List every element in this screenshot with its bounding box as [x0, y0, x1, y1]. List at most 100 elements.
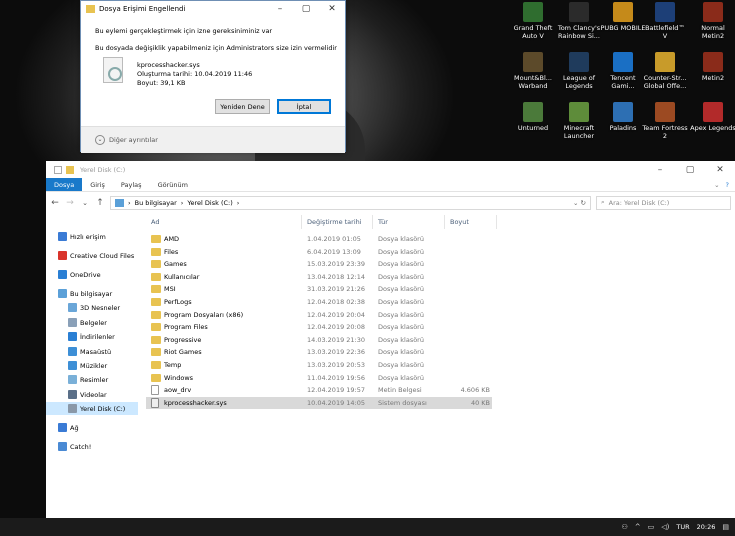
nav-item[interactable]: Yerel Disk (C:)	[46, 402, 138, 415]
table-row[interactable]: Kullanıcılar 13.04.2018 12:14 Dosya klasör…	[146, 271, 492, 284]
table-row[interactable]: AMD 1.04.2019 01:05 Dosya klasörü	[146, 233, 492, 246]
close-button[interactable]: ✕	[319, 4, 345, 14]
nav-item[interactable]: Videolar	[46, 388, 138, 401]
retry-button[interactable]: Yeniden Dene	[215, 99, 270, 114]
minimize-button[interactable]: –	[267, 4, 293, 14]
column-date[interactable]: Değiştirme tarihi	[307, 218, 362, 226]
desktop-shortcut[interactable]: Grand Theft Auto V	[510, 2, 556, 40]
nav-item[interactable]: Müzikler	[46, 359, 138, 372]
desktop-shortcut[interactable]: Mount&Bl... Warband	[510, 52, 556, 90]
tab-home[interactable]: Giriş	[82, 178, 113, 191]
notification-icon[interactable]: ▤	[722, 523, 729, 531]
desktop-shortcut[interactable]: Unturned	[510, 102, 556, 132]
clock[interactable]: 20:26	[697, 523, 716, 531]
desktop-shortcut[interactable]: League of Legends	[556, 52, 602, 90]
quick-access-properties-icon[interactable]	[54, 165, 62, 174]
nav-item[interactable]: Bu bilgisayar	[46, 287, 138, 300]
nav-item[interactable]: Hızlı erişim	[46, 230, 138, 243]
desktop-shortcut-label: Minecraft Launcher	[563, 124, 595, 140]
cancel-button[interactable]: İptal	[277, 99, 331, 114]
up-arrow-icon[interactable]: ↑	[95, 198, 105, 208]
nav-item[interactable]: Belgeler	[46, 316, 138, 329]
table-row[interactable]: Progressive 14.03.2019 21:30 Dosya klasörü	[146, 334, 492, 347]
desktop-shortcut[interactable]: Tencent Gami...	[600, 52, 646, 90]
search-icon: ⌕	[601, 198, 605, 206]
breadcrumb-local-disk[interactable]: Yerel Disk (C:)	[187, 199, 232, 207]
column-type[interactable]: Tür	[378, 218, 388, 226]
volume-icon[interactable]: ◁)	[661, 523, 669, 531]
nav-item[interactable]: OneDrive	[46, 268, 138, 281]
desktop-shortcut[interactable]: PUBG MOBILE	[600, 2, 646, 32]
nav-item[interactable]: Creative Cloud Files	[46, 249, 138, 262]
table-row[interactable]: Riot Games 13.03.2019 22:36 Dosya klasörü	[146, 346, 492, 359]
explorer-close-button[interactable]: ✕	[705, 165, 735, 175]
tab-file[interactable]: Dosya	[46, 178, 83, 191]
more-details-link[interactable]: Diğer ayrıntılar	[109, 136, 158, 144]
breadcrumb[interactable]: › Bu bilgisayar › Yerel Disk (C:) › ⌄ ↻	[110, 195, 591, 210]
file-type: Metin Belgesi	[378, 386, 422, 395]
table-row[interactable]: Files 6.04.2019 13:09 Dosya klasörü	[146, 246, 492, 259]
chevron-down-icon[interactable]: ⌄	[95, 135, 105, 145]
file-name: Program Dosyaları (x86)	[164, 310, 244, 319]
desktop-shortcut[interactable]: Counter-Str... Global Offe...	[642, 52, 688, 90]
quick-access-newfolder-icon[interactable]	[66, 165, 74, 174]
language-indicator[interactable]: TUR	[676, 523, 689, 531]
explorer-maximize-button[interactable]: ▢	[675, 165, 705, 175]
table-row[interactable]: Windows 11.04.2019 19:56 Dosya klasörü	[146, 372, 492, 385]
file-type: Dosya klasörü	[378, 348, 424, 357]
breadcrumb-this-pc[interactable]: Bu bilgisayar	[135, 199, 177, 207]
desktop-shortcut[interactable]: Minecraft Launcher	[556, 102, 602, 140]
desktop-shortcut[interactable]: Team Fortress 2	[642, 102, 688, 140]
table-row[interactable]: Games 15.03.2019 23:39 Dosya klasörü	[146, 258, 492, 271]
people-icon[interactable]: ⚇	[621, 523, 627, 531]
folder-icon	[86, 5, 95, 13]
file-name: AMD	[164, 235, 180, 243]
table-row[interactable]: kprocesshacker.sys 10.04.2019 14:05 Sistem…	[146, 396, 492, 410]
desktop-shortcut[interactable]: Metin2	[690, 52, 735, 82]
ribbon-expand-icon[interactable]: ⌄	[714, 181, 719, 189]
nav-item[interactable]: Resimler	[46, 373, 138, 386]
nav-item-icon	[68, 375, 77, 384]
column-separator[interactable]	[496, 215, 497, 229]
network-icon[interactable]: ▭	[648, 523, 655, 531]
column-separator[interactable]	[372, 215, 373, 229]
column-size[interactable]: Boyut	[450, 218, 469, 226]
desktop-shortcut[interactable]: Apex Legends	[690, 102, 735, 132]
help-icon[interactable]: ?	[726, 181, 729, 189]
desktop-shortcut[interactable]: Tom Clancy's Rainbow Si...	[556, 2, 602, 40]
tab-view[interactable]: Görünüm	[150, 178, 196, 191]
table-row[interactable]: MSI 31.03.2019 21:26 Dosya klasörü	[146, 283, 492, 296]
desktop-shortcut[interactable]: Normal Metin2	[690, 2, 735, 40]
column-name[interactable]: Ad	[151, 218, 159, 226]
maximize-button[interactable]: ▢	[293, 4, 319, 14]
column-separator[interactable]	[444, 215, 445, 229]
breadcrumb-separator: ›	[128, 198, 131, 207]
desktop-shortcut[interactable]: Paladins	[600, 102, 646, 132]
back-arrow-icon[interactable]: ←	[50, 198, 60, 208]
table-row[interactable]: Temp 13.03.2019 20:53 Dosya klasörü	[146, 359, 492, 372]
table-row[interactable]: PerfLogs 12.04.2018 02:38 Dosya klasörü	[146, 296, 492, 309]
tab-share[interactable]: Paylaş	[113, 178, 150, 191]
refresh-icon[interactable]: ⌄ ↻	[573, 199, 586, 207]
table-row[interactable]: Program Files 12.04.2019 20:08 Dosya klasö…	[146, 321, 492, 334]
metin2-icon	[703, 52, 723, 72]
column-separator[interactable]	[301, 215, 302, 229]
desktop-shortcut[interactable]: Battlefield™ V	[642, 2, 688, 40]
desktop-shortcut-label: PUBG MOBILE	[600, 24, 646, 32]
nav-item[interactable]: Masaüstü	[46, 345, 138, 358]
table-row[interactable]: aow_drv 12.04.2019 19:57 Metin Belgesi 4.60…	[146, 384, 492, 397]
nav-item-label: Yerel Disk (C:)	[80, 404, 126, 413]
nav-item[interactable]: 3D Nesneler	[46, 301, 138, 314]
chevron-up-icon[interactable]: ^	[635, 523, 641, 531]
minecraft-icon	[569, 102, 589, 122]
forward-arrow-icon[interactable]: →	[65, 198, 75, 208]
table-row[interactable]: Program Dosyaları (x86) 12.04.2019 20:04 D…	[146, 309, 492, 322]
search-input[interactable]: ⌕ Ara: Yerel Disk (C:)	[596, 195, 731, 210]
nav-item[interactable]: İndirilenler	[46, 330, 138, 343]
nav-item-label: Bu bilgisayar	[70, 289, 113, 298]
nav-item[interactable]: Ağ	[46, 421, 138, 434]
explorer-minimize-button[interactable]: –	[645, 165, 675, 175]
nav-item-label: İndirilenler	[80, 332, 115, 341]
nav-item[interactable]: Catch!	[46, 440, 138, 453]
recent-chevron-icon[interactable]: ⌄	[80, 199, 90, 207]
